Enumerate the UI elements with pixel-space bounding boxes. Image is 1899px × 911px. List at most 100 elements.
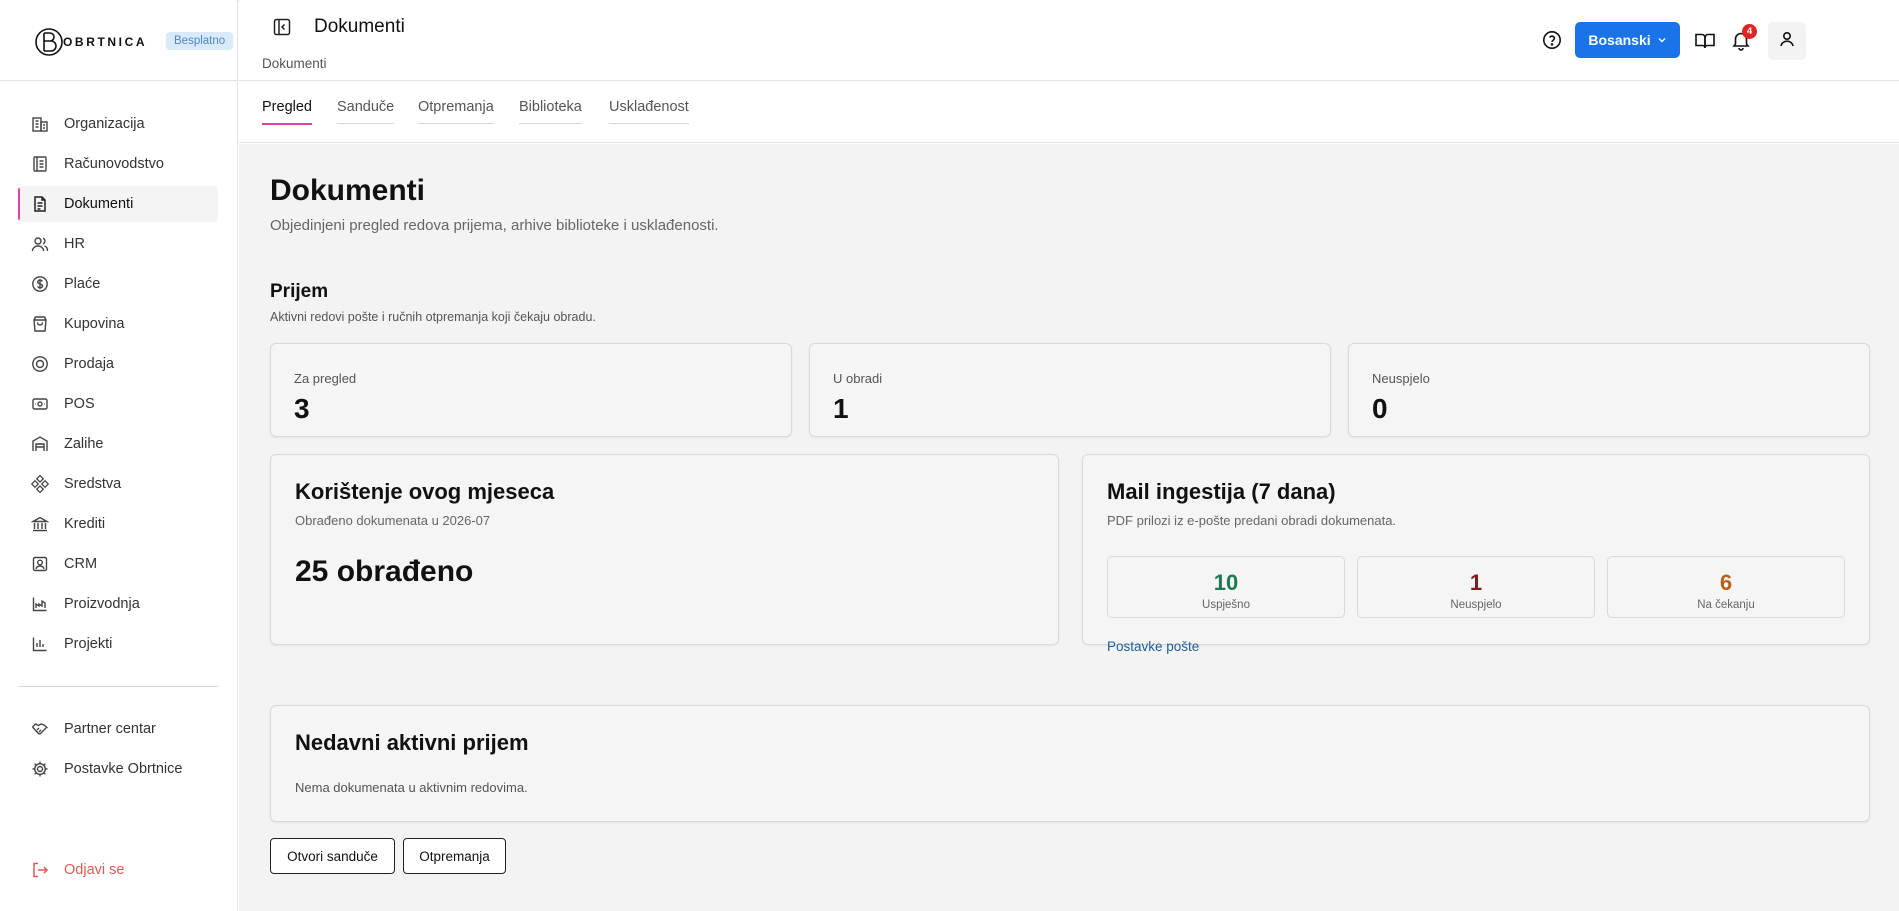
sidebar-item-zalihe[interactable]: Zalihe: [18, 426, 218, 462]
tab-pregled[interactable]: Pregled: [262, 99, 312, 125]
stat-value: 1: [833, 393, 849, 424]
stat-card-za-pregled: Za pregled 3: [270, 343, 792, 437]
sidebar-item-label: POS: [64, 396, 95, 412]
cash-register-icon: [30, 394, 50, 414]
user-icon: [1778, 30, 1796, 53]
contact-icon: [30, 554, 50, 574]
stat-card-u-obradi: U obradi 1: [809, 343, 1331, 437]
sidebar-item-label: Kupovina: [64, 316, 125, 332]
help-icon[interactable]: [1542, 30, 1562, 50]
mail-subtitle: PDF prilozi iz e-pošte predani obradi do…: [1107, 513, 1397, 528]
tab-uskladenost[interactable]: Usklađenost: [609, 99, 689, 124]
header-title: Dokumenti: [314, 16, 405, 37]
logout-label: Odjavi se: [64, 862, 125, 878]
recent-empty-text: Nema dokumenata u aktivnim redovima.: [295, 780, 528, 795]
chevron-down-icon: [1657, 32, 1667, 48]
mail-ingestion-card: Mail ingestija (7 dana) PDF prilozi iz e…: [1082, 454, 1870, 654]
dollar-circle-icon: [30, 274, 50, 294]
mail-stat-neuspjelo: 1 Neuspjelo: [1357, 556, 1595, 618]
sidebar-item-label: Računovodstvo: [64, 156, 164, 172]
recent-intake-card: Nedavni aktivni prijem Nema dokumenata u…: [270, 705, 1870, 822]
sidebar-item-racunovodstvo[interactable]: Računovodstvo: [18, 146, 218, 182]
language-select[interactable]: Bosanski: [1575, 22, 1680, 58]
intake-section-title: Prijem: [270, 281, 329, 302]
sidebar-secondary-nav: Partner centar Postavke Obrtnice: [18, 711, 218, 791]
tab-bar: Pregled Sanduče Otpremanja Biblioteka Us…: [239, 82, 1899, 143]
user-menu-button[interactable]: [1768, 22, 1806, 60]
mail-title: Mail ingestija (7 dana): [1107, 479, 1336, 504]
sidebar-item-label: Postavke Obrtnice: [64, 761, 183, 777]
stat-label: Neuspjelo: [1372, 371, 1430, 386]
usage-card: Korištenje ovog mjeseca Obrađeno dokumen…: [270, 454, 1059, 645]
tab-biblioteka[interactable]: Biblioteka: [519, 99, 582, 124]
tab-otpremanja[interactable]: Otpremanja: [418, 99, 494, 124]
users-icon: [30, 234, 50, 254]
sidebar-item-sredstva[interactable]: Sredstva: [18, 466, 218, 502]
sidebar-item-crm[interactable]: CRM: [18, 546, 218, 582]
plan-badge: Besplatno: [166, 32, 234, 50]
usage-title: Korištenje ovog mjeseca: [295, 479, 555, 504]
sidebar-item-label: Plaće: [64, 276, 101, 292]
sidebar-item-label: CRM: [64, 556, 98, 572]
stat-label: Za pregled: [294, 371, 357, 386]
breadcrumb[interactable]: Dokumenti: [262, 56, 327, 71]
sidebar-item-label: Partner centar: [64, 721, 156, 737]
open-inbox-button[interactable]: Otvori sanduče: [270, 838, 395, 874]
sidebar-item-hr[interactable]: HR: [18, 226, 218, 262]
mail-settings-link[interactable]: Postavke pošte: [1107, 639, 1199, 654]
sidebar-collapse-icon[interactable]: [272, 17, 292, 37]
sidebar-item-krediti[interactable]: Krediti: [18, 506, 218, 542]
logo-mark-icon: [35, 28, 63, 56]
book-icon[interactable]: [1694, 30, 1716, 52]
production-icon: [30, 594, 50, 614]
stat-label: U obradi: [833, 371, 883, 386]
sidebar-item-label: Proizvodnja: [64, 596, 140, 612]
sidebar-item-label: Projekti: [64, 636, 113, 652]
logo[interactable]: OBRTNICA: [34, 27, 147, 57]
mail-stat-label: Uspješno: [1202, 599, 1250, 611]
sidebar-divider: [18, 686, 218, 687]
sidebar-item-prodaja[interactable]: Prodaja: [18, 346, 218, 382]
mail-stat-uspjesno: 10 Uspješno: [1107, 556, 1345, 618]
sidebar-item-label: HR: [64, 236, 85, 252]
logout-button[interactable]: Odjavi se: [18, 852, 218, 888]
brand-area: OBRTNICA Besplatno: [0, 0, 238, 81]
handshake-icon: [30, 719, 50, 739]
warehouse-icon: [30, 434, 50, 454]
coin-icon: [30, 354, 50, 374]
sidebar-item-kupovina[interactable]: Kupovina: [18, 306, 218, 342]
mail-stat-label: Neuspjelo: [1450, 599, 1502, 611]
building-icon: [30, 114, 50, 134]
document-icon: [30, 194, 50, 214]
notification-badge: 4: [1742, 24, 1757, 39]
sidebar-item-label: Sredstva: [64, 476, 122, 492]
gear-icon: [30, 759, 50, 779]
mail-stat-value: 6: [1719, 570, 1733, 595]
sidebar-item-pos[interactable]: POS: [18, 386, 218, 422]
usage-subtitle: Obrađeno dokumenata u 2026-07: [295, 513, 491, 528]
shopping-bag-icon: [30, 314, 50, 334]
sidebar-item-postavke[interactable]: Postavke Obrtnice: [18, 751, 218, 787]
sidebar-item-partner-centar[interactable]: Partner centar: [18, 711, 218, 747]
recent-title: Nedavni aktivni prijem: [295, 730, 529, 755]
page-title: Dokumenti: [270, 174, 426, 207]
top-header: Dokumenti Dokumenti Bosanski 4: [239, 0, 1899, 81]
sidebar-item-place[interactable]: Plaće: [18, 266, 218, 302]
sidebar-item-organizacija[interactable]: Organizacija: [18, 106, 218, 142]
project-icon: [30, 634, 50, 654]
sidebar-item-label: Krediti: [64, 516, 106, 532]
bank-icon: [30, 514, 50, 534]
sidebar-item-label: Dokumenti: [64, 196, 134, 212]
sidebar-item-projekti[interactable]: Projekti: [18, 626, 218, 662]
sidebar-item-label: Prodaja: [64, 356, 114, 372]
tab-sanduce[interactable]: Sanduče: [337, 99, 395, 124]
stat-value: 3: [294, 393, 310, 424]
sidebar-item-dokumenti[interactable]: Dokumenti: [18, 186, 218, 222]
dispatches-button[interactable]: Otpremanja: [403, 838, 506, 874]
assets-icon: [30, 474, 50, 494]
sidebar-item-label: Zalihe: [64, 436, 104, 452]
stat-card-neuspjelo: Neuspjelo 0: [1348, 343, 1870, 437]
mail-stat-na-cekanju: 6 Na čekanju: [1607, 556, 1845, 618]
sidebar-item-proizvodnja[interactable]: Proizvodnja: [18, 586, 218, 622]
mail-stat-value: 10: [1213, 570, 1239, 595]
